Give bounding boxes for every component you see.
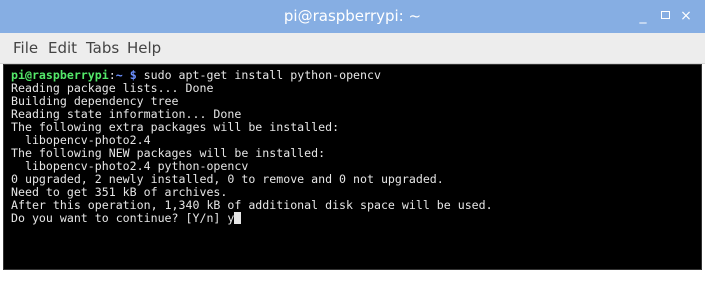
minimize-button[interactable]: _ <box>633 0 653 33</box>
terminal-output[interactable]: pi@raspberrypi:~ $ sudo apt-get install … <box>3 64 702 270</box>
menu-help[interactable]: Help <box>127 33 161 63</box>
menu-tabs[interactable]: Tabs <box>86 33 119 63</box>
window-bottom <box>0 270 705 293</box>
window-title: pi@raspberrypi: ~ <box>283 7 422 25</box>
maximize-button[interactable] <box>655 0 675 33</box>
prompt-path: ~ <box>115 68 123 82</box>
menu-edit[interactable]: Edit <box>48 33 77 63</box>
prompt-symbol: $ <box>129 68 137 82</box>
text-cursor <box>234 212 242 224</box>
continue-prompt: Do you want to continue? [Y/n] <box>11 211 228 225</box>
close-button[interactable]: × <box>676 0 696 33</box>
command-text: sudo apt-get install python-opencv <box>136 68 381 82</box>
menu-file[interactable]: File <box>13 33 38 63</box>
menu-bar: File Edit Tabs Help <box>0 33 705 64</box>
continue-prompt-line: Do you want to continue? [Y/n] y <box>11 211 242 225</box>
terminal-window: pi@raspberrypi: ~ _ × File Edit Tabs Hel… <box>0 0 705 293</box>
prompt-user-host: pi@raspberrypi <box>11 68 109 82</box>
title-bar[interactable]: pi@raspberrypi: ~ _ × <box>0 0 705 33</box>
prompt-separator: : <box>108 68 116 82</box>
user-input: y <box>227 211 235 225</box>
maximize-icon <box>660 11 670 19</box>
